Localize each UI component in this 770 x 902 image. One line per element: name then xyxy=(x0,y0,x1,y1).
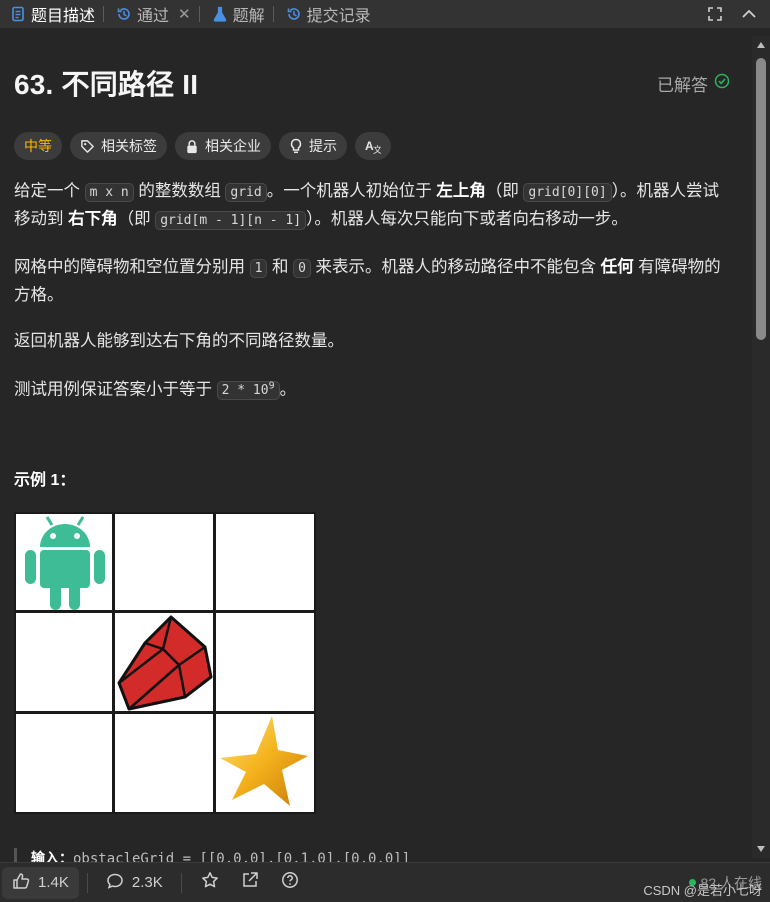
like-count: 1.4K xyxy=(38,874,69,891)
scroll-up-arrow[interactable] xyxy=(757,42,765,48)
footer-divider xyxy=(180,872,182,893)
thumbs-up-icon xyxy=(12,872,30,894)
star-icon xyxy=(201,871,219,894)
document-icon xyxy=(10,6,26,22)
quote-bar xyxy=(14,848,17,862)
bold-text: 左上角 xyxy=(436,182,486,200)
difficulty-badge: 中等 xyxy=(14,132,62,160)
flask-icon xyxy=(212,6,228,22)
tab-label: 通过 xyxy=(137,8,170,25)
tab-submissions[interactable]: 提交记录 xyxy=(276,0,377,28)
problem-statement: 给定一个 m x n 的整数数组 grid 。一个机器人初始位于 左上角（即 gr… xyxy=(14,178,726,404)
bottom-action-bar: 1.4K 2.3K 82 人在线 CSDN @是若小七呀 xyxy=(0,862,770,902)
related-tags-button[interactable]: 相关标签 xyxy=(70,132,167,160)
android-robot-icon xyxy=(25,516,105,611)
scroll-down-arrow[interactable] xyxy=(757,846,765,852)
help-button[interactable] xyxy=(270,867,310,899)
tab-label: 提交记录 xyxy=(306,8,371,25)
statement-paragraph: 给定一个 m x n 的整数数组 grid 。一个机器人初始位于 左上角（即 gr… xyxy=(14,182,719,230)
tab-bar: 题目描述 通过 ✕ 题解 提交记录 xyxy=(0,0,770,28)
fullscreen-icon[interactable] xyxy=(706,5,724,23)
example-title: 示例 1： xyxy=(14,472,76,490)
favorite-button[interactable] xyxy=(190,867,230,899)
inline-code: grid xyxy=(225,183,267,202)
problem-description-panel: 63. 不同路径 II 已解答 中等 相关标签 相关企业 提示 A 文 给定一个… xyxy=(0,36,752,858)
tab-description[interactable]: 题目描述 xyxy=(0,0,101,28)
inline-code: grid[0][0] xyxy=(523,183,612,202)
related-tags-label: 相关标签 xyxy=(101,138,157,154)
inline-code: 0 xyxy=(293,259,311,278)
like-button[interactable]: 1.4K xyxy=(2,866,79,899)
vertical-scrollbar[interactable] xyxy=(752,36,770,858)
related-companies-label: 相关企业 xyxy=(205,138,261,154)
related-companies-button[interactable]: 相关企业 xyxy=(175,132,271,160)
share-icon xyxy=(241,871,259,894)
share-button[interactable] xyxy=(230,867,270,899)
solved-status: 已解答 xyxy=(657,71,730,96)
bold-text: 右下角 xyxy=(68,210,118,228)
inline-code: 2 * 109 xyxy=(216,381,280,401)
tab-label: 题解 xyxy=(232,8,265,25)
svg-text:文: 文 xyxy=(373,144,381,154)
comment-icon xyxy=(106,872,124,894)
tag-row: 中等 相关标签 相关企业 提示 A文 xyxy=(14,132,738,160)
comment-count: 2.3K xyxy=(131,874,163,891)
check-circle-icon xyxy=(714,73,730,94)
star-goal-icon xyxy=(220,716,308,807)
inline-code: grid[m - 1][n - 1] xyxy=(155,211,307,230)
ruby-obstacle-icon xyxy=(117,615,213,711)
bulb-icon xyxy=(289,138,303,154)
history-icon xyxy=(286,6,302,22)
lock-icon xyxy=(185,139,199,154)
statement-paragraph: 网格中的障碍物和空位置分别用 1 和 0 来表示。机器人的移动路径中不能包含 任… xyxy=(14,258,721,304)
inline-code: m x n xyxy=(84,183,134,202)
input-value: obstacleGrid = [[0,0,0],[0,1,0],[0,0,0]] xyxy=(73,851,411,862)
tab-label: 题目描述 xyxy=(31,8,96,25)
scrollbar-thumb[interactable] xyxy=(756,58,766,340)
watermark-text: CSDN @是若小七呀 xyxy=(643,883,762,898)
tag-icon xyxy=(80,139,95,154)
inline-code: 1 xyxy=(249,259,268,278)
problem-title: 63. 不同路径 II xyxy=(14,69,199,100)
statement-paragraph: 测试用例保证答案小于等于 2 * 109。 xyxy=(14,380,297,401)
tab-passed[interactable]: 通过 ✕ xyxy=(106,0,197,28)
tab-solutions[interactable]: 题解 xyxy=(202,0,271,28)
tab-divider xyxy=(198,6,200,22)
comments-button[interactable]: 2.3K xyxy=(96,867,173,899)
history-icon xyxy=(116,6,132,22)
bold-text: 任何 xyxy=(600,258,634,276)
difficulty-label: 中等 xyxy=(24,138,52,154)
tab-divider xyxy=(103,6,105,22)
title-row: 63. 不同路径 II 已解答 xyxy=(14,36,738,130)
chevron-up-icon[interactable] xyxy=(740,5,758,23)
hint-label: 提示 xyxy=(309,138,337,154)
hint-button[interactable]: 提示 xyxy=(279,132,347,160)
example-input-line: 输入：obstacleGrid = [[0,0,0],[0,1,0],[0,0,… xyxy=(14,848,410,862)
input-label: 输入： xyxy=(31,850,73,862)
example-grid-image xyxy=(14,512,316,815)
translate-icon: A文 xyxy=(365,139,381,154)
window-controls xyxy=(706,5,770,23)
tab-divider xyxy=(272,6,274,22)
translate-button[interactable]: A文 xyxy=(355,132,391,160)
close-icon[interactable]: ✕ xyxy=(178,5,191,23)
solved-label: 已解答 xyxy=(657,75,708,95)
footer-divider xyxy=(86,872,88,893)
question-circle-icon xyxy=(281,871,299,894)
statement-paragraph: 返回机器人能够到达右下角的不同路径数量。 xyxy=(14,332,344,350)
